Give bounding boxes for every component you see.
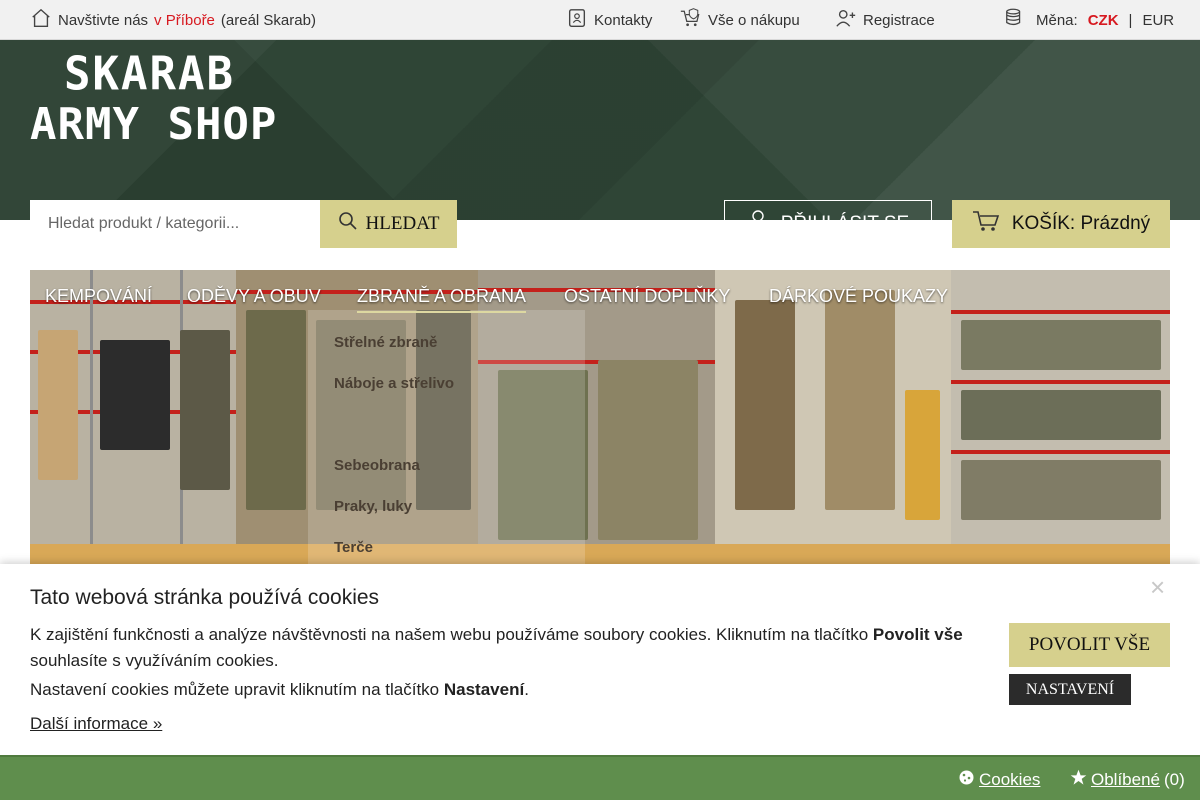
- home-icon: [30, 7, 52, 33]
- visit-prefix: Navštivte nás: [58, 11, 149, 29]
- contacts-link[interactable]: Kontakty: [566, 0, 652, 40]
- user-icon: [747, 209, 769, 239]
- allow-all-cookies-button[interactable]: POVOLIT VŠE: [1009, 623, 1170, 667]
- cookies-label: Cookies: [979, 770, 1041, 789]
- coins-icon: [1004, 7, 1026, 33]
- cookie-consent-bar: Tato webová stránka používá cookies K za…: [0, 564, 1200, 755]
- cookie-text-b-end: .: [524, 680, 529, 699]
- contacts-label: Kontakty: [594, 11, 653, 29]
- register-label: Registrace: [863, 11, 935, 29]
- main-navigation: KEMPOVÁNÍ ODĚVY A OBUV ZBRANĚ A OBRANA O…: [30, 270, 1170, 322]
- nav-item-gift-vouchers[interactable]: DÁRKOVÉ POUKAZY: [769, 286, 948, 307]
- nav-item-clothing-footwear[interactable]: ODĚVY A OBUV: [187, 286, 321, 307]
- cookie-text-b: Nastavení cookies můžete upravit kliknut…: [30, 680, 440, 699]
- visit-suffix: (areál Skarab): [220, 11, 316, 29]
- cart-button[interactable]: KOŠÍK: Prázdný: [952, 200, 1170, 248]
- cookie-text-a-end: souhlasíte s využíváním cookies.: [30, 651, 279, 670]
- currency-switcher: Měna: CZK | EUR: [1004, 0, 1174, 40]
- dropdown-item-firearms[interactable]: Střelné zbraně: [334, 334, 437, 351]
- dropdown-item-targets[interactable]: Terče: [334, 539, 373, 556]
- search-icon: [338, 211, 358, 237]
- favorites-link[interactable]: Oblíbené (0): [1070, 769, 1185, 791]
- nav-item-other-accessories[interactable]: OSTATNÍ DOPLŇKY: [564, 286, 730, 307]
- shopping-info-link[interactable]: Vše o nákupu: [680, 0, 800, 40]
- search-button[interactable]: HLEDAT: [320, 200, 457, 248]
- currency-eur[interactable]: EUR: [1142, 12, 1174, 29]
- shopping-info-label: Vše o nákupu: [708, 11, 800, 29]
- cart-icon: [972, 209, 1000, 239]
- logo-line-1: SKARAB: [64, 47, 235, 102]
- top-bar: Navštivte nás v Příboře (areál Skarab) K…: [0, 0, 1200, 40]
- currency-label: Měna:: [1036, 11, 1078, 29]
- nav-item-camping[interactable]: KEMPOVÁNÍ: [45, 286, 152, 307]
- search-input[interactable]: [30, 200, 320, 248]
- dropdown-item-ammunition[interactable]: Náboje a střelivo: [334, 375, 454, 392]
- nav-dropdown-weapons: Střelné zbraně Náboje a střelivo Sebeobr…: [308, 310, 585, 566]
- cookie-text-b-bold: Nastavení: [443, 680, 525, 699]
- cookie-settings-button[interactable]: NASTAVENÍ: [1009, 674, 1131, 705]
- register-link[interactable]: Registrace: [835, 0, 935, 40]
- cookie-text-main: K zajištění funkčnosti a analýze návštěv…: [30, 622, 980, 674]
- star-icon: [1070, 769, 1087, 791]
- nav-item-weapons-defense[interactable]: ZBRANĚ A OBRANA: [357, 286, 527, 313]
- currency-separator: |: [1128, 11, 1133, 29]
- dropdown-item-self-defense[interactable]: Sebeobrana: [334, 457, 420, 474]
- dropdown-item-slingshots-bows[interactable]: Praky, luky: [334, 498, 412, 515]
- cookie-text-a-bold: Povolit vše: [872, 625, 963, 644]
- login-button[interactable]: PŘIHLÁSIT SE: [724, 200, 932, 248]
- search-button-label: HLEDAT: [365, 213, 440, 234]
- cookie-text-a: K zajištění funkčnosti a analýze návštěv…: [30, 625, 869, 644]
- cookies-link[interactable]: Cookies: [958, 769, 1040, 791]
- visit-info: Navštivte nás v Příboře (areál Skarab): [30, 0, 316, 40]
- logo-line-2: ARMY SHOP: [30, 99, 278, 150]
- bottom-bar: Cookies Oblíbené (0): [0, 755, 1200, 800]
- currency-czk[interactable]: CZK: [1088, 12, 1119, 29]
- contact-card-icon: [566, 7, 588, 33]
- hero-caption-bar: [30, 544, 1170, 566]
- favorites-count: (0): [1164, 770, 1185, 789]
- visit-location-link[interactable]: v Příboře: [154, 12, 215, 29]
- add-user-icon: [835, 7, 857, 33]
- cart-label: KOŠÍK: Prázdný: [1011, 213, 1151, 234]
- cookie-text-settings: Nastavení cookies můžete upravit kliknut…: [30, 680, 529, 700]
- cookie-icon: [958, 769, 975, 791]
- site-logo[interactable]: SKARAB ARMY SHOP: [30, 45, 280, 155]
- favorites-label: Oblíbené: [1091, 770, 1160, 789]
- close-icon[interactable]: ×: [1150, 572, 1165, 603]
- cart-shield-icon: [680, 7, 702, 33]
- cookie-title: Tato webová stránka používá cookies: [30, 586, 380, 609]
- login-label: PŘIHLÁSIT SE: [780, 213, 910, 234]
- cookie-more-info-link[interactable]: Další informace »: [30, 714, 162, 734]
